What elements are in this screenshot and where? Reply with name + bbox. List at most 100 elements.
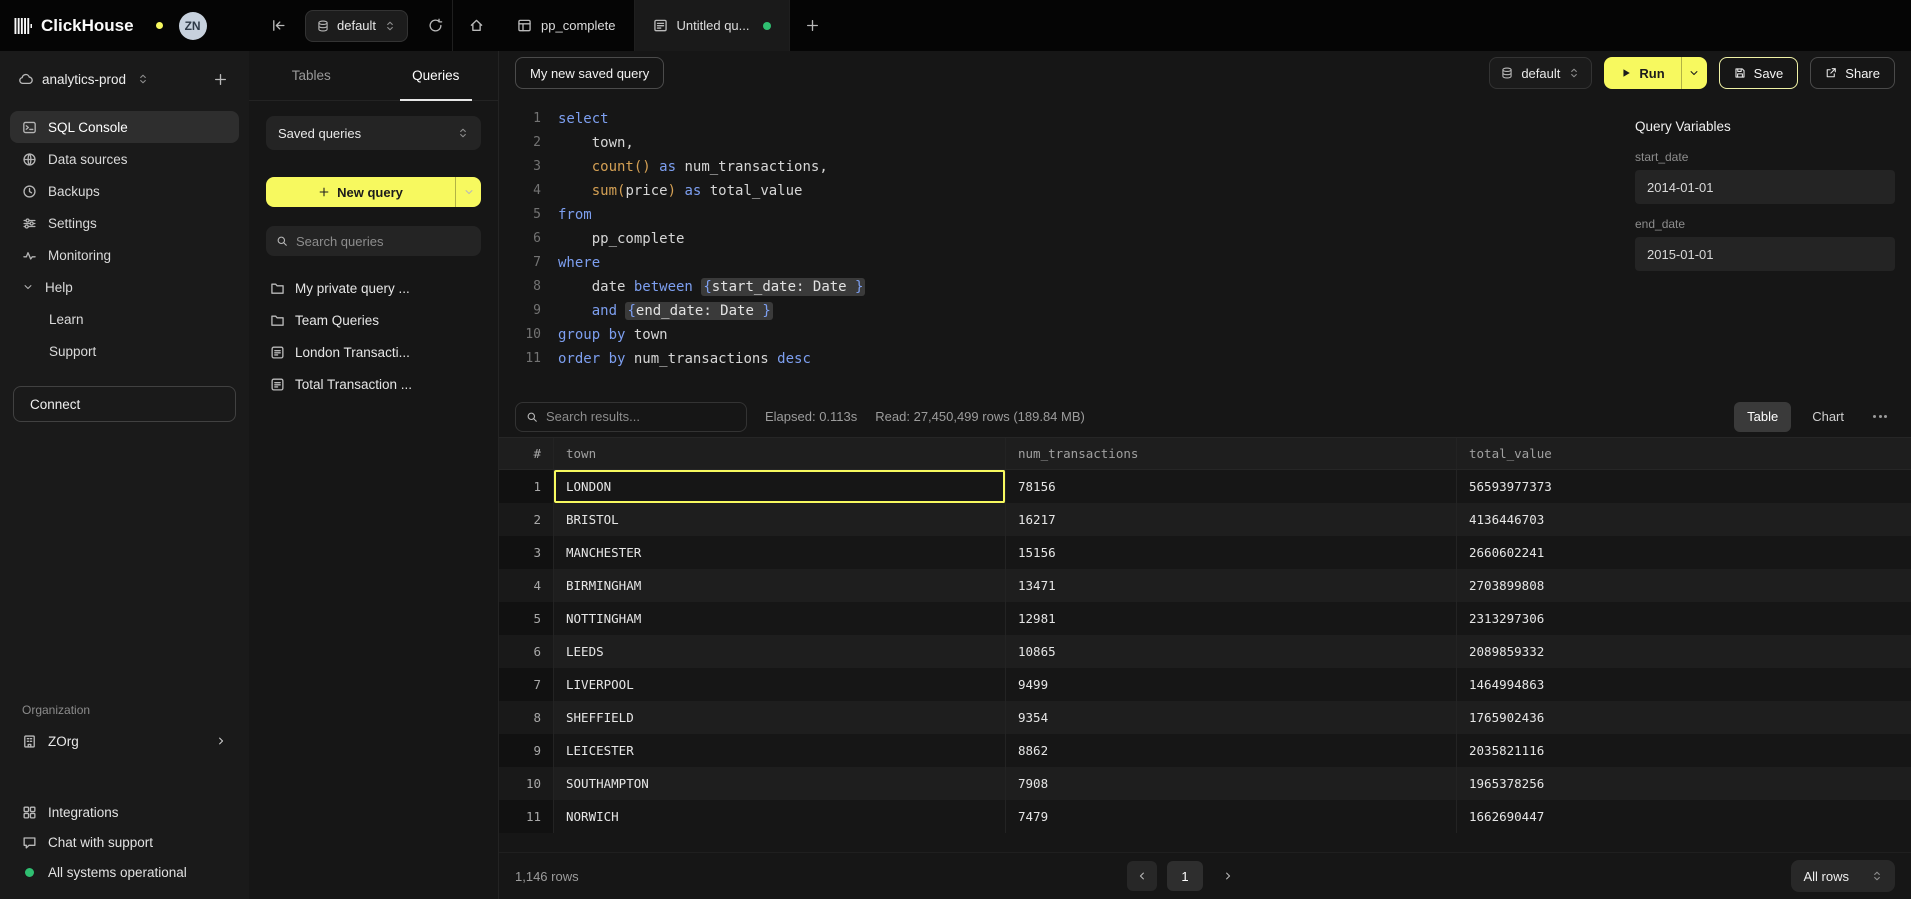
- code-line[interactable]: 9 and {end_date: Date }: [517, 299, 1635, 323]
- tab-tables[interactable]: Tables: [249, 51, 374, 100]
- code-line[interactable]: 5from: [517, 203, 1635, 227]
- table-cell[interactable]: NOTTINGHAM: [554, 602, 1006, 635]
- new-query-button[interactable]: New query: [266, 177, 455, 207]
- table-cell[interactable]: LIVERPOOL: [554, 668, 1006, 701]
- sidebar-item-monitoring[interactable]: Monitoring: [10, 239, 239, 271]
- collapse-sidebar-button[interactable]: [261, 9, 295, 43]
- table-cell[interactable]: SHEFFIELD: [554, 701, 1006, 734]
- code-line[interactable]: 2 town,: [517, 131, 1635, 155]
- table-cell[interactable]: 4136446703: [1457, 503, 1911, 536]
- table-cell[interactable]: 2089859332: [1457, 635, 1911, 668]
- results-overflow-menu-button[interactable]: [1865, 402, 1895, 432]
- tab-untitled-query[interactable]: Untitled qu...: [635, 0, 790, 51]
- row-number-cell[interactable]: 5: [499, 602, 554, 635]
- saved-query-item-total-transaction[interactable]: Total Transaction ...: [266, 368, 481, 400]
- query-parameter-chip[interactable]: {start_date: Date }: [701, 278, 865, 296]
- row-number-cell[interactable]: 11: [499, 800, 554, 833]
- sidebar-item-settings[interactable]: Settings: [10, 207, 239, 239]
- saved-query-item-my-private-query[interactable]: My private query ...: [266, 272, 481, 304]
- code-line[interactable]: 8 date between {start_date: Date }: [517, 275, 1635, 299]
- code-line[interactable]: 11order by num_transactions desc: [517, 347, 1635, 371]
- prev-page-button[interactable]: [1127, 861, 1157, 891]
- table-cell[interactable]: 56593977373: [1457, 470, 1911, 503]
- table-cell[interactable]: 2313297306: [1457, 602, 1911, 635]
- sidebar-item-help[interactable]: Help: [10, 271, 239, 303]
- saved-queries-filter-select[interactable]: Saved queries: [266, 116, 481, 150]
- table-cell[interactable]: LEICESTER: [554, 734, 1006, 767]
- row-number-cell[interactable]: 3: [499, 536, 554, 569]
- sidebar-footer-all-systems-operational[interactable]: All systems operational: [10, 857, 239, 887]
- page-size-select[interactable]: All rows: [1791, 860, 1895, 892]
- next-page-button[interactable]: [1213, 861, 1243, 891]
- table-cell[interactable]: 1765902436: [1457, 701, 1911, 734]
- current-page-button[interactable]: 1: [1167, 861, 1203, 891]
- column-header-num-transactions[interactable]: num_transactions: [1006, 438, 1457, 469]
- table-cell[interactable]: LEEDS: [554, 635, 1006, 668]
- run-button[interactable]: Run: [1604, 57, 1680, 89]
- view-table-button[interactable]: Table: [1734, 402, 1791, 432]
- refresh-button[interactable]: [418, 9, 452, 43]
- tab-queries[interactable]: Queries: [374, 51, 499, 100]
- query-title[interactable]: My new saved query: [515, 57, 664, 89]
- code-line[interactable]: 4 sum(price) as total_value: [517, 179, 1635, 203]
- sidebar-footer-integrations[interactable]: Integrations: [10, 797, 239, 827]
- query-parameter-chip[interactable]: {end_date: Date }: [625, 302, 772, 320]
- table-cell[interactable]: 8862: [1006, 734, 1457, 767]
- table-cell[interactable]: 16217: [1006, 503, 1457, 536]
- share-button[interactable]: Share: [1810, 57, 1895, 89]
- table-cell[interactable]: LONDON: [554, 470, 1006, 503]
- sidebar-item-data-sources[interactable]: Data sources: [10, 143, 239, 175]
- organization-selector[interactable]: ZOrg: [10, 725, 239, 757]
- column-header-town[interactable]: town: [554, 438, 1006, 469]
- table-cell[interactable]: 1662690447: [1457, 800, 1911, 833]
- table-cell[interactable]: 10865: [1006, 635, 1457, 668]
- search-queries-input[interactable]: [296, 234, 471, 249]
- sidebar-item-sql-console[interactable]: SQL Console: [10, 111, 239, 143]
- connect-button[interactable]: Connect: [13, 386, 236, 422]
- variable-input-end-date[interactable]: [1635, 237, 1895, 271]
- row-number-cell[interactable]: 6: [499, 635, 554, 668]
- saved-query-item-london-transacti[interactable]: London Transacti...: [266, 336, 481, 368]
- table-cell[interactable]: 15156: [1006, 536, 1457, 569]
- sql-editor[interactable]: 1select2 town,3 count() as num_transacti…: [499, 95, 1635, 396]
- view-chart-button[interactable]: Chart: [1799, 402, 1857, 432]
- row-number-cell[interactable]: 8: [499, 701, 554, 734]
- table-cell[interactable]: 2660602241: [1457, 536, 1911, 569]
- sidebar-item-backups[interactable]: Backups: [10, 175, 239, 207]
- save-button[interactable]: Save: [1719, 57, 1799, 89]
- table-cell[interactable]: 12981: [1006, 602, 1457, 635]
- variable-input-start-date[interactable]: [1635, 170, 1895, 204]
- row-number-cell[interactable]: 9: [499, 734, 554, 767]
- table-cell[interactable]: 7908: [1006, 767, 1457, 800]
- column-header-row-number[interactable]: #: [499, 438, 554, 469]
- service-selector[interactable]: analytics-prod: [18, 72, 207, 87]
- new-tab-button[interactable]: [796, 9, 830, 43]
- add-service-button[interactable]: [207, 66, 233, 92]
- clickhouse-logo-icon[interactable]: [14, 17, 32, 35]
- editor-database-selector[interactable]: default: [1489, 57, 1592, 89]
- avatar[interactable]: ZN: [179, 12, 207, 40]
- tab-pp-complete[interactable]: pp_complete: [499, 0, 634, 51]
- table-cell[interactable]: 1464994863: [1457, 668, 1911, 701]
- table-cell[interactable]: 9499: [1006, 668, 1457, 701]
- table-cell[interactable]: 9354: [1006, 701, 1457, 734]
- code-line[interactable]: 10group by town: [517, 323, 1635, 347]
- sidebar-item-learn[interactable]: Learn: [10, 303, 239, 335]
- table-cell[interactable]: SOUTHAMPTON: [554, 767, 1006, 800]
- code-line[interactable]: 1select: [517, 107, 1635, 131]
- code-line[interactable]: 3 count() as num_transactions,: [517, 155, 1635, 179]
- row-number-cell[interactable]: 2: [499, 503, 554, 536]
- search-results-input[interactable]: [546, 409, 736, 424]
- column-header-total-value[interactable]: total_value: [1457, 438, 1911, 469]
- topbar-database-selector[interactable]: default: [305, 10, 408, 42]
- row-number-cell[interactable]: 4: [499, 569, 554, 602]
- sidebar-item-support[interactable]: Support: [10, 335, 239, 367]
- new-query-dropdown-button[interactable]: [455, 177, 481, 207]
- home-button[interactable]: [459, 9, 493, 43]
- table-cell[interactable]: BIRMINGHAM: [554, 569, 1006, 602]
- table-cell[interactable]: 13471: [1006, 569, 1457, 602]
- table-cell[interactable]: NORWICH: [554, 800, 1006, 833]
- row-number-cell[interactable]: 10: [499, 767, 554, 800]
- table-cell[interactable]: 2703899808: [1457, 569, 1911, 602]
- table-cell[interactable]: BRISTOL: [554, 503, 1006, 536]
